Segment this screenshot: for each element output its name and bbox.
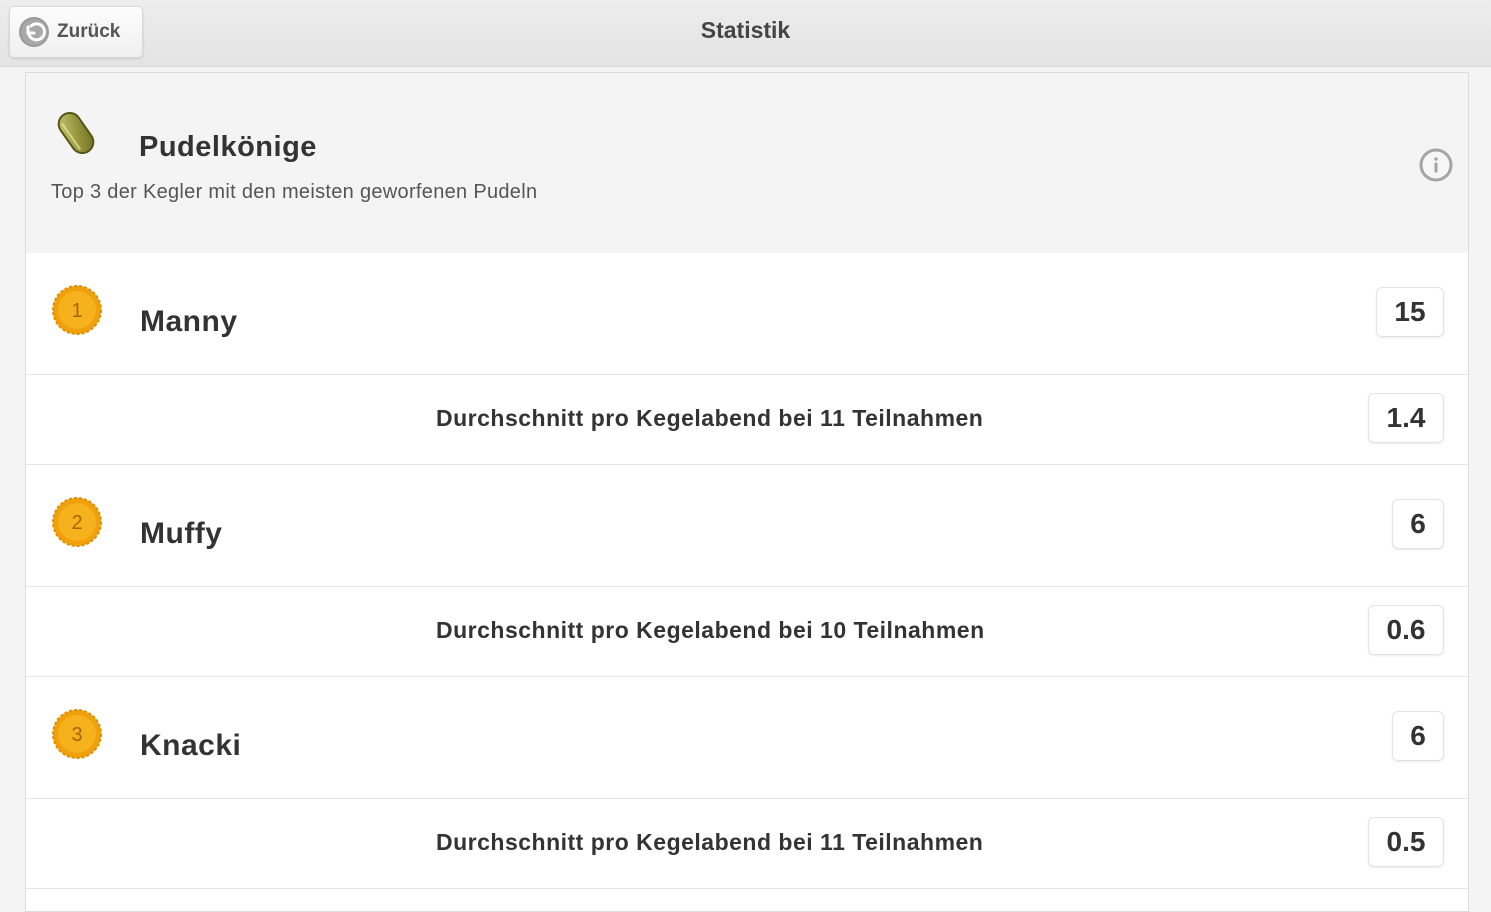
average-text: Durchschnitt pro Kegelabend bei 11 Teiln… bbox=[436, 405, 983, 432]
page-title: Statistik bbox=[700, 17, 791, 43]
participation-label: Teilnahmen bbox=[853, 617, 985, 643]
player-name: Manny bbox=[140, 305, 238, 338]
medal-icon: 3 bbox=[50, 707, 104, 761]
participation-count: 11 bbox=[820, 405, 846, 431]
average-text: Durchschnitt pro Kegelabend bei 11 Teiln… bbox=[436, 829, 983, 856]
card-title: Pudelkönige bbox=[139, 131, 317, 163]
ranking-row: 2 Muffy 6 bbox=[26, 465, 1468, 587]
average-row: Durchschnitt pro Kegelabend bei 11 Teiln… bbox=[26, 799, 1468, 889]
participation-label: Teilnahmen bbox=[852, 405, 984, 431]
card-header: Pudelkönige Top 3 der Kegler mit den mei… bbox=[26, 73, 1468, 254]
player-name: Knacki bbox=[140, 729, 242, 762]
player-name: Muffy bbox=[140, 517, 223, 550]
total-value: 6 bbox=[1392, 499, 1444, 549]
trophy-icon bbox=[53, 107, 99, 159]
ranking-row: 1 Manny 15 bbox=[26, 253, 1468, 375]
medal-icon: 2 bbox=[50, 495, 104, 549]
average-row: Durchschnitt pro Kegelabend bei 11 Teiln… bbox=[26, 375, 1468, 465]
medal-rank-text: 3 bbox=[71, 724, 82, 746]
average-value: 0.5 bbox=[1368, 817, 1444, 867]
average-label: Durchschnitt pro Kegelabend bei bbox=[436, 829, 814, 855]
medal-rank-text: 1 bbox=[71, 300, 82, 322]
average-value: 0.6 bbox=[1368, 605, 1444, 655]
average-label: Durchschnitt pro Kegelabend bei bbox=[436, 405, 814, 431]
average-row: Durchschnitt pro Kegelabend bei 10 Teiln… bbox=[26, 587, 1468, 677]
participation-label: Teilnahmen bbox=[852, 829, 984, 855]
total-value: 6 bbox=[1392, 711, 1444, 761]
average-value: 1.4 bbox=[1368, 393, 1444, 443]
ranking-row: 3 Knacki 6 bbox=[26, 677, 1468, 799]
info-icon[interactable] bbox=[1418, 147, 1454, 183]
participation-count: 11 bbox=[820, 829, 846, 855]
statistics-card: Pudelkönige Top 3 der Kegler mit den mei… bbox=[25, 72, 1469, 912]
average-label: Durchschnitt pro Kegelabend bei bbox=[436, 617, 814, 643]
medal-rank-text: 2 bbox=[71, 512, 82, 534]
average-text: Durchschnitt pro Kegelabend bei 10 Teiln… bbox=[436, 617, 985, 644]
card-subtitle: Top 3 der Kegler mit den meisten geworfe… bbox=[51, 181, 538, 203]
medal-icon: 1 bbox=[50, 283, 104, 337]
top-bar: Zurück Statistik bbox=[0, 0, 1491, 67]
participation-count: 10 bbox=[820, 617, 847, 643]
total-value: 15 bbox=[1376, 287, 1444, 337]
